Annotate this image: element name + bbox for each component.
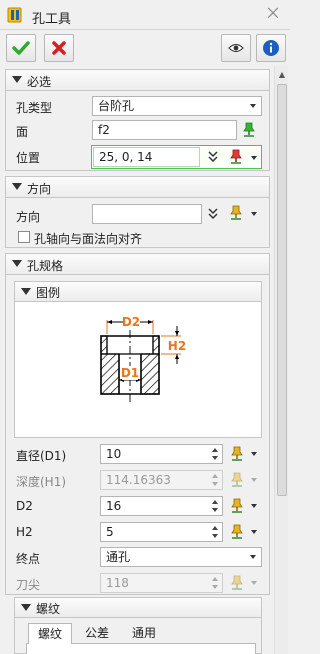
info-icon — [263, 40, 279, 56]
end-value: 通孔 — [106, 550, 131, 564]
yellow-pick-icon[interactable] — [230, 498, 244, 514]
collapse-triangle-icon — [21, 604, 31, 611]
end-select[interactable]: 通孔 — [100, 547, 262, 567]
preview-button[interactable] — [221, 34, 251, 62]
d2-field[interactable]: 16 — [100, 496, 223, 516]
spin-icon — [212, 473, 219, 487]
hole-type-value: 台阶孔 — [98, 99, 135, 113]
thread-title: 螺纹 — [36, 602, 61, 616]
diameter-value: 10 — [106, 447, 122, 461]
stepped-hole-diagram: D2 H2 D1 — [100, 315, 186, 402]
spin-icon[interactable] — [212, 525, 219, 539]
section-direction-header[interactable]: 方向 — [5, 176, 270, 198]
direction-label: 方向 — [16, 210, 41, 224]
yellow-pick-icon[interactable] — [230, 524, 244, 540]
h2-label: H2 — [16, 525, 33, 539]
direction-dropdown-icon[interactable] — [251, 212, 257, 216]
d2-value: 16 — [106, 499, 122, 513]
title-bar: 孔工具 ⨉ — [0, 0, 290, 30]
h2-dropdown-icon[interactable] — [251, 530, 257, 534]
scroll-up-icon[interactable]: ▲ — [275, 68, 289, 82]
expand-double-chevron-icon[interactable] — [207, 207, 219, 220]
collapse-triangle-icon — [12, 76, 22, 83]
d2-dropdown-icon[interactable] — [251, 504, 257, 508]
d1-dim-label: D1 — [121, 366, 139, 380]
section-spec-header[interactable]: 孔规格 — [5, 253, 270, 275]
d2-dim-label: D2 — [122, 315, 140, 329]
window-title: 孔工具 — [32, 12, 72, 27]
check-icon — [12, 41, 30, 55]
red-pick-icon[interactable] — [229, 149, 243, 165]
h2-value: 5 — [106, 525, 114, 539]
close-icon[interactable]: ⨉ — [266, 7, 280, 21]
tab-thread[interactable]: 螺纹 — [28, 623, 72, 644]
expand-double-chevron-icon[interactable] — [207, 150, 219, 163]
thread-header[interactable]: 螺纹 — [14, 597, 262, 618]
tip-label: 刀尖 — [16, 578, 41, 592]
section-required-title: 必选 — [27, 75, 52, 89]
ruler-icon — [7, 7, 22, 23]
diameter-field[interactable]: 10 — [100, 444, 223, 464]
hole-type-select[interactable]: 台阶孔 — [92, 96, 262, 116]
section-direction-title: 方向 — [27, 182, 52, 196]
diameter-label: 直径(D1) — [16, 449, 67, 463]
vertical-scrollbar[interactable]: ▲ — [274, 66, 288, 654]
collapse-triangle-icon — [21, 288, 31, 295]
depth-value: 114.16363 — [106, 473, 171, 487]
tab-tolerance[interactable]: 公差 — [76, 623, 118, 643]
section-required-header[interactable]: 必选 — [5, 69, 270, 91]
ok-button[interactable] — [6, 34, 36, 62]
cancel-button[interactable] — [44, 34, 74, 62]
align-checkbox-label[interactable]: 孔轴向与面法向对齐 — [34, 230, 142, 247]
thread-tabs: 螺纹 公差 通用 — [26, 623, 256, 654]
position-dropdown-icon[interactable] — [251, 156, 257, 160]
help-button[interactable] — [256, 34, 286, 62]
tab-general[interactable]: 通用 — [122, 623, 166, 643]
diameter-dropdown-icon[interactable] — [251, 452, 257, 456]
tab-content — [26, 643, 256, 654]
legend-header[interactable]: 图例 — [14, 281, 262, 302]
collapse-triangle-icon — [12, 183, 22, 190]
tip-value: 118 — [106, 576, 129, 590]
section-spec-title: 孔规格 — [27, 259, 64, 273]
spin-icon — [212, 576, 219, 590]
align-checkbox[interactable] — [18, 231, 30, 243]
tip-field: 118 — [100, 573, 223, 593]
spin-icon[interactable] — [212, 447, 219, 461]
chevron-down-icon — [250, 104, 256, 108]
x-icon — [52, 41, 66, 55]
yellow-pick-icon[interactable] — [229, 205, 243, 221]
depth-dropdown-icon — [251, 478, 257, 482]
direction-field[interactable] — [92, 204, 202, 224]
green-pick-icon[interactable] — [242, 122, 256, 138]
scrollbar-thumb[interactable] — [277, 84, 287, 496]
eye-icon — [228, 43, 244, 53]
position-label: 位置 — [16, 151, 41, 165]
face-field[interactable]: f2 — [92, 120, 237, 140]
end-label: 终点 — [16, 552, 41, 566]
legend-title: 图例 — [36, 286, 61, 300]
chevron-down-icon — [250, 555, 256, 559]
spin-icon[interactable] — [212, 499, 219, 513]
yellow-pick-icon — [231, 472, 243, 487]
depth-label: 深度(H1) — [16, 475, 67, 489]
depth-field: 114.16363 — [100, 470, 223, 490]
tip-dropdown-icon — [251, 581, 257, 585]
yellow-pick-icon — [231, 575, 243, 590]
hole-type-label: 孔类型 — [16, 101, 53, 115]
d2-label: D2 — [16, 499, 33, 513]
face-label: 面 — [16, 125, 29, 139]
collapse-triangle-icon — [12, 260, 22, 267]
yellow-pick-icon[interactable] — [230, 446, 244, 462]
h2-dim-label: H2 — [168, 339, 186, 353]
h2-field[interactable]: 5 — [100, 522, 223, 542]
legend-image: D2 H2 D1 — [14, 302, 262, 438]
position-field[interactable]: 25, 0, 14 — [93, 147, 200, 167]
